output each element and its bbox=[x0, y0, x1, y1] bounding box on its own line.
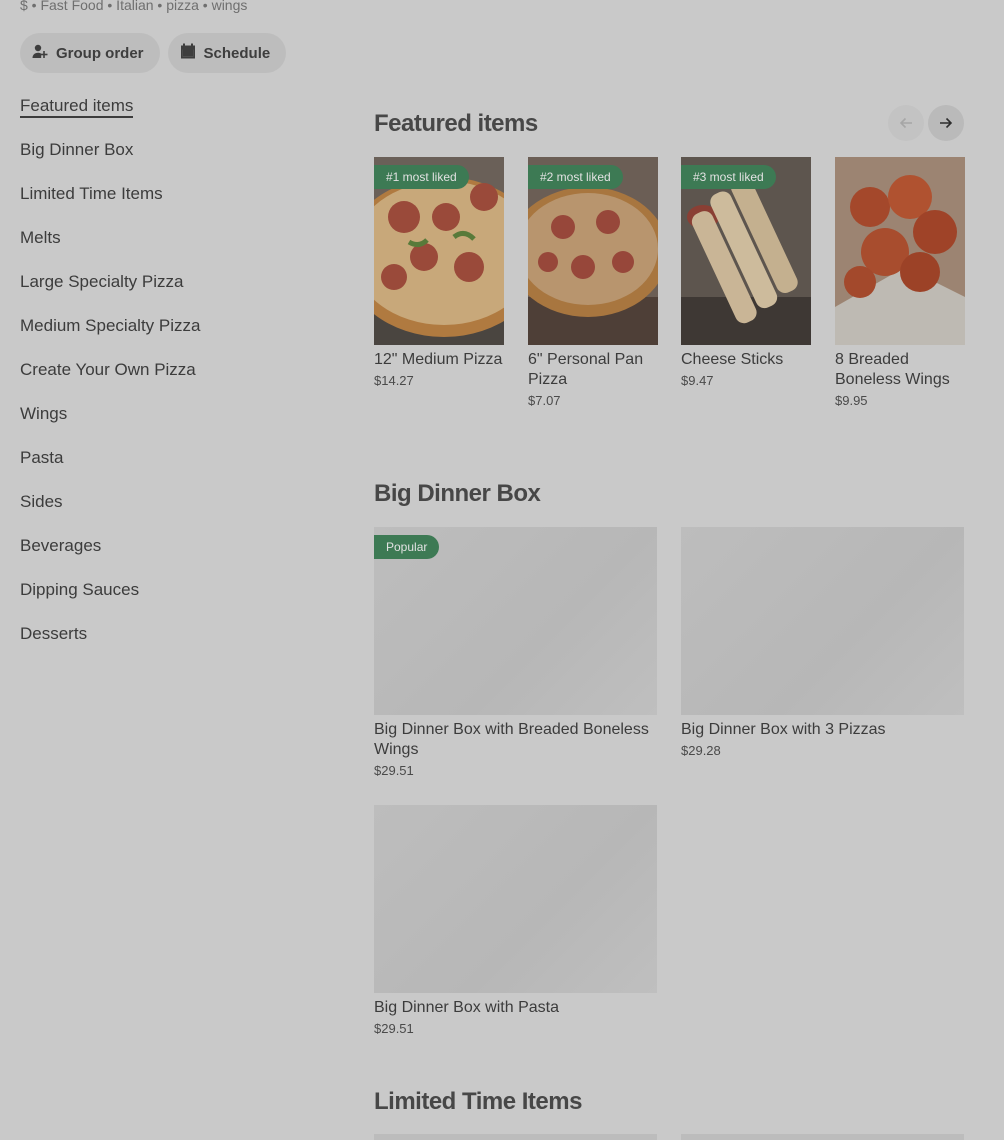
arrow-right-icon bbox=[940, 117, 953, 129]
sidebar-item-large-specialty[interactable]: Large Specialty Pizza bbox=[20, 271, 320, 315]
sidebar-item-pasta[interactable]: Pasta bbox=[20, 447, 320, 491]
group-order-label: Group order bbox=[56, 44, 144, 62]
carousel-next-button[interactable] bbox=[928, 105, 964, 141]
sidebar-item-dipping-sauces[interactable]: Dipping Sauces bbox=[20, 579, 320, 623]
item-name: Big Dinner Box with 3 Pizzas bbox=[681, 721, 886, 738]
arrow-left-icon bbox=[899, 117, 912, 129]
wings-image bbox=[835, 157, 965, 345]
rank-badge: #3 most liked bbox=[681, 165, 776, 189]
group-order-button[interactable]: Group order bbox=[20, 33, 160, 73]
item-price: $7.07 bbox=[528, 393, 561, 408]
featured-item-card[interactable]: #3 most liked Cheese Sticks $9.47 bbox=[681, 157, 811, 388]
item-image-placeholder bbox=[681, 527, 964, 715]
sidebar-item-wings[interactable]: Wings bbox=[20, 403, 320, 447]
item-price: $9.47 bbox=[681, 373, 714, 388]
item-image-placeholder bbox=[374, 805, 657, 993]
carousel-controls bbox=[888, 105, 964, 141]
sidebar-item-medium-specialty[interactable]: Medium Specialty Pizza bbox=[20, 315, 320, 359]
item-price: $29.28 bbox=[681, 743, 721, 758]
sidebar-item-limited-time[interactable]: Limited Time Items bbox=[20, 183, 320, 227]
sidebar-item-beverages[interactable]: Beverages bbox=[20, 535, 320, 579]
menu-item-card[interactable]: Big Dinner Box with Pasta $29.51 bbox=[374, 805, 657, 1036]
pan-pizza-image: #2 most liked bbox=[528, 157, 658, 345]
schedule-button[interactable]: Schedule bbox=[167, 33, 287, 73]
item-price: $29.51 bbox=[374, 1021, 414, 1036]
item-name: Big Dinner Box with Pasta bbox=[374, 999, 559, 1016]
item-price: $9.95 bbox=[835, 393, 868, 408]
rank-badge: #1 most liked bbox=[374, 165, 469, 189]
calendar-icon bbox=[180, 43, 196, 63]
featured-item-card[interactable]: #1 most liked 12" Medium Pizza $14.27 bbox=[374, 157, 504, 388]
item-name: Cheese Sticks bbox=[681, 351, 784, 368]
item-name: 6" Personal Pan Pizza bbox=[528, 351, 644, 388]
carousel-prev-button[interactable] bbox=[888, 105, 924, 141]
schedule-label: Schedule bbox=[203, 44, 271, 62]
menu-item-card[interactable] bbox=[681, 1134, 964, 1140]
item-name: 8 Breaded Boneless Wings bbox=[835, 351, 950, 388]
featured-item-card[interactable]: 8 Breaded Boneless Wings $9.95 bbox=[835, 157, 965, 408]
person-add-icon bbox=[32, 43, 48, 63]
sidebar-item-create-your-own[interactable]: Create Your Own Pizza bbox=[20, 359, 320, 403]
featured-item-card[interactable]: #2 most liked 6" Personal Pan Pizza $7.0… bbox=[528, 157, 658, 408]
item-price: $14.27 bbox=[374, 373, 414, 388]
section-title-big-dinner-box: Big Dinner Box bbox=[374, 480, 541, 507]
sidebar-item-big-dinner-box[interactable]: Big Dinner Box bbox=[20, 139, 320, 183]
popular-badge: Popular bbox=[374, 535, 440, 559]
menu-item-card[interactable]: Big Dinner Box with 3 Pizzas $29.28 bbox=[681, 527, 964, 758]
section-title-featured: Featured items bbox=[374, 110, 538, 137]
category-sidebar: Featured items Big Dinner Box Limited Ti… bbox=[20, 95, 320, 667]
menu-item-card[interactable] bbox=[374, 1134, 657, 1140]
pizza-image: #1 most liked bbox=[374, 157, 504, 345]
sidebar-item-melts[interactable]: Melts bbox=[20, 227, 320, 271]
sidebar-item-featured[interactable]: Featured items bbox=[20, 95, 320, 139]
item-name: Big Dinner Box with Breaded Boneless Win… bbox=[374, 721, 649, 758]
section-title-limited-time: Limited Time Items bbox=[374, 1088, 582, 1115]
menu-item-card[interactable]: Popular Big Dinner Box with Breaded Bone… bbox=[374, 527, 657, 778]
sidebar-item-desserts[interactable]: Desserts bbox=[20, 623, 320, 667]
item-name: 12" Medium Pizza bbox=[374, 351, 503, 368]
sidebar-item-sides[interactable]: Sides bbox=[20, 491, 320, 535]
store-meta: $ • Fast Food • Italian • pizza • wings bbox=[20, 0, 248, 13]
item-price: $29.51 bbox=[374, 763, 414, 778]
store-actions: Group order Schedule bbox=[20, 33, 287, 73]
rank-badge: #2 most liked bbox=[528, 165, 623, 189]
cheese-sticks-image: #3 most liked bbox=[681, 157, 811, 345]
item-image-placeholder: Popular bbox=[374, 527, 657, 715]
